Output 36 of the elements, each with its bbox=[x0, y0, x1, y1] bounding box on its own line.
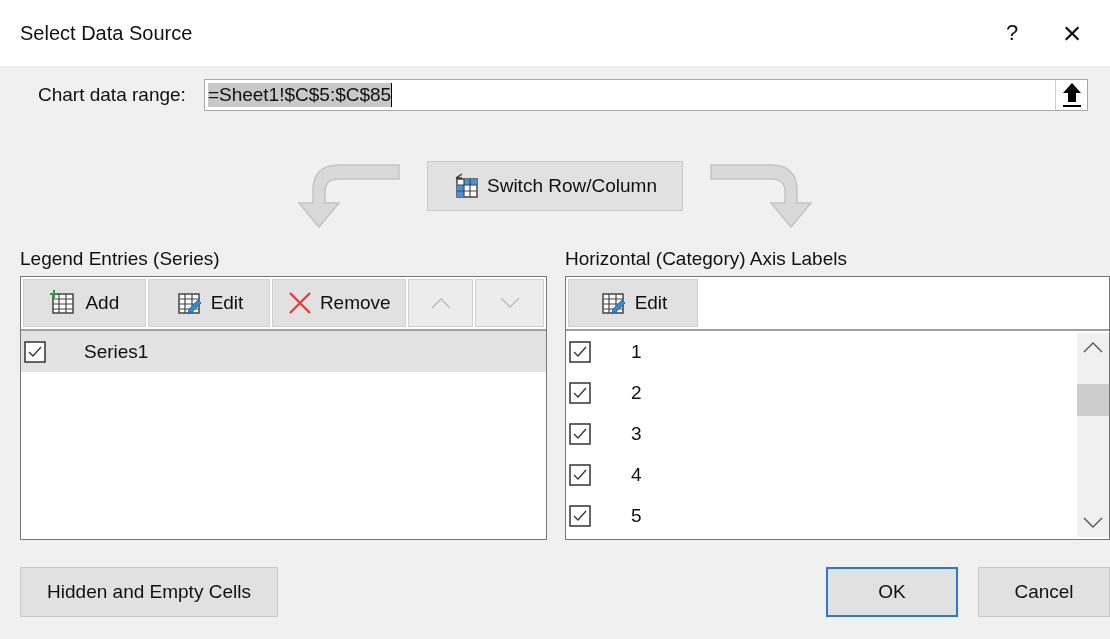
ok-button[interactable]: OK bbox=[826, 567, 958, 617]
switch-table-icon bbox=[453, 173, 481, 199]
section-label: Horizontal (Category) Axis Labels bbox=[565, 248, 848, 270]
checkbox[interactable] bbox=[569, 504, 591, 527]
scrollbar-thumb[interactable] bbox=[1077, 384, 1109, 416]
section-label: Legend Entries (Series) bbox=[20, 248, 221, 270]
close-button[interactable]: × bbox=[1042, 10, 1102, 56]
checkbox[interactable] bbox=[569, 422, 591, 445]
chevron-down-icon bbox=[1083, 517, 1103, 529]
list-item[interactable]: 5 bbox=[566, 495, 1077, 536]
checkbox[interactable] bbox=[24, 340, 46, 363]
up-arrow-icon bbox=[1060, 82, 1083, 108]
list-item[interactable]: 4 bbox=[566, 454, 1077, 495]
add-button[interactable]: Add bbox=[23, 279, 146, 327]
remove-icon bbox=[287, 291, 312, 315]
hidden-cells-button[interactable]: Hidden and Empty Cells bbox=[20, 567, 278, 617]
remove-button[interactable]: Remove bbox=[272, 279, 407, 327]
checkbox[interactable] bbox=[569, 340, 591, 363]
list-item[interactable]: 3 bbox=[566, 413, 1077, 454]
edit-button[interactable]: Edit bbox=[568, 279, 698, 327]
range-field[interactable]: =Sheet1!$C$5:$C$85 bbox=[203, 79, 1088, 111]
list-item[interactable]: Series1 bbox=[21, 331, 546, 372]
scrollbar[interactable] bbox=[1077, 333, 1109, 537]
list-item[interactable]: 2 bbox=[566, 372, 1077, 413]
edit-button[interactable]: Edit bbox=[147, 279, 271, 327]
list-item[interactable]: 1 bbox=[566, 331, 1077, 372]
chevron-up-icon bbox=[1083, 341, 1103, 353]
switch-button[interactable]: Switch Row/Column bbox=[427, 161, 683, 211]
cancel-button[interactable]: Cancel bbox=[978, 567, 1110, 617]
field-label: Chart data range: bbox=[38, 84, 186, 106]
chevron-down-icon bbox=[499, 297, 520, 309]
chevron-up-icon bbox=[430, 297, 451, 309]
checkbox[interactable] bbox=[569, 381, 591, 404]
help-button[interactable]: ? bbox=[982, 16, 1042, 50]
window-title: Select Data Source bbox=[20, 21, 194, 45]
checkbox[interactable] bbox=[569, 463, 591, 486]
